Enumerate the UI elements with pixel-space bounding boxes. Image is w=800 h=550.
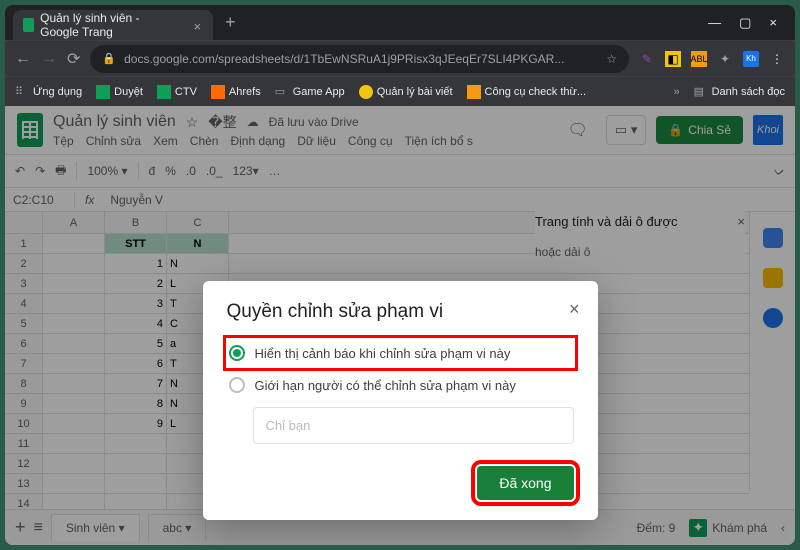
- restrict-dropdown: Chỉ bạn: [253, 407, 574, 444]
- bookmark-item[interactable]: CTV: [157, 85, 197, 99]
- bookmark-item[interactable]: Quản lý bài viết: [359, 85, 453, 99]
- window-controls: — ▢ ×: [708, 15, 787, 31]
- dialog-title: Quyền chỉnh sửa phạm vi: [227, 301, 574, 323]
- forward-icon: →: [41, 50, 57, 68]
- bookmarks-bar: ⠿Ứng dụng Duyệt CTV Ahrefs ▭Game App Quả…: [5, 76, 795, 106]
- radio-unselected-icon: [229, 377, 245, 393]
- reading-list[interactable]: ▤Danh sách đọc: [694, 85, 785, 99]
- bookmark-item[interactable]: Công cụ check thừ...: [467, 85, 587, 99]
- option-show-warning[interactable]: Hiển thị cảnh báo khi chỉnh sửa phạm vi …: [227, 339, 574, 367]
- sheets-icon: [96, 85, 110, 99]
- ext-icon[interactable]: ABL: [691, 51, 707, 67]
- menu-dots-icon[interactable]: ⋮: [769, 51, 785, 67]
- done-button[interactable]: Đã xong: [477, 466, 573, 500]
- url-input[interactable]: 🔒 docs.google.com/spreadsheets/d/1TbEwNS…: [90, 45, 629, 73]
- browser-window: Quản lý sinh viên - Google Trang × + — ▢…: [5, 5, 795, 545]
- url-text: docs.google.com/spreadsheets/d/1TbEwNSRu…: [124, 52, 564, 66]
- bookmark-item[interactable]: Duyệt: [96, 85, 143, 99]
- ahrefs-icon: [211, 85, 225, 99]
- bookmark-overflow[interactable]: »: [673, 86, 679, 98]
- modal-overlay: Quyền chỉnh sửa phạm vi × Hiển thị cảnh …: [5, 106, 795, 545]
- ext-icon[interactable]: ◧: [665, 51, 681, 67]
- bookmark-item[interactable]: Ahrefs: [211, 85, 261, 99]
- close-window-icon[interactable]: ×: [769, 15, 777, 31]
- star-icon[interactable]: ☆: [606, 52, 617, 66]
- option-warning-label: Hiển thị cảnh báo khi chỉnh sửa phạm vi …: [255, 346, 511, 361]
- apps-grid-icon: ⠿: [15, 85, 29, 99]
- apps-shortcut[interactable]: ⠿Ứng dụng: [15, 85, 82, 99]
- minimize-icon[interactable]: —: [708, 15, 721, 31]
- page-content: Quản lý sinh viên ☆ �整 ☁ Đã lưu vào Driv…: [5, 106, 795, 545]
- close-dialog-icon[interactable]: ×: [569, 299, 580, 320]
- lock-icon: 🔒: [102, 52, 116, 65]
- ext-puzzle-icon[interactable]: ✦: [717, 51, 733, 67]
- option-restrict[interactable]: Giới hạn người có thể chỉnh sửa phạm vi …: [227, 371, 574, 399]
- browser-tab[interactable]: Quản lý sinh viên - Google Trang ×: [13, 10, 213, 40]
- back-icon[interactable]: ←: [15, 50, 31, 68]
- range-permissions-dialog: Quyền chỉnh sửa phạm vi × Hiển thị cảnh …: [203, 281, 598, 520]
- titlebar: Quản lý sinh viên - Google Trang × + — ▢…: [5, 5, 795, 40]
- reload-icon[interactable]: ⟳: [67, 49, 80, 69]
- close-tab-icon[interactable]: ×: [193, 19, 203, 31]
- tab-title: Quản lý sinh viên - Google Trang: [40, 11, 179, 39]
- new-tab-button[interactable]: +: [225, 12, 236, 33]
- maximize-icon[interactable]: ▢: [739, 15, 751, 31]
- ext-icon[interactable]: ✎: [639, 51, 655, 67]
- favicon-icon: [467, 85, 481, 99]
- ext-avatar-icon[interactable]: Kh: [743, 51, 759, 67]
- list-icon: ▤: [694, 85, 708, 99]
- extensions: ✎ ◧ ABL ✦ Kh ⋮: [639, 51, 785, 67]
- address-bar: ← → ⟳ 🔒 docs.google.com/spreadsheets/d/1…: [5, 40, 795, 76]
- bookmark-item[interactable]: ▭Game App: [275, 85, 345, 99]
- sheets-icon: [157, 85, 171, 99]
- favicon-icon: [359, 85, 373, 99]
- sheets-favicon-icon: [23, 18, 34, 32]
- folder-icon: ▭: [275, 85, 289, 99]
- option-restrict-label: Giới hạn người có thể chỉnh sửa phạm vi …: [255, 378, 516, 393]
- radio-selected-icon: [229, 345, 245, 361]
